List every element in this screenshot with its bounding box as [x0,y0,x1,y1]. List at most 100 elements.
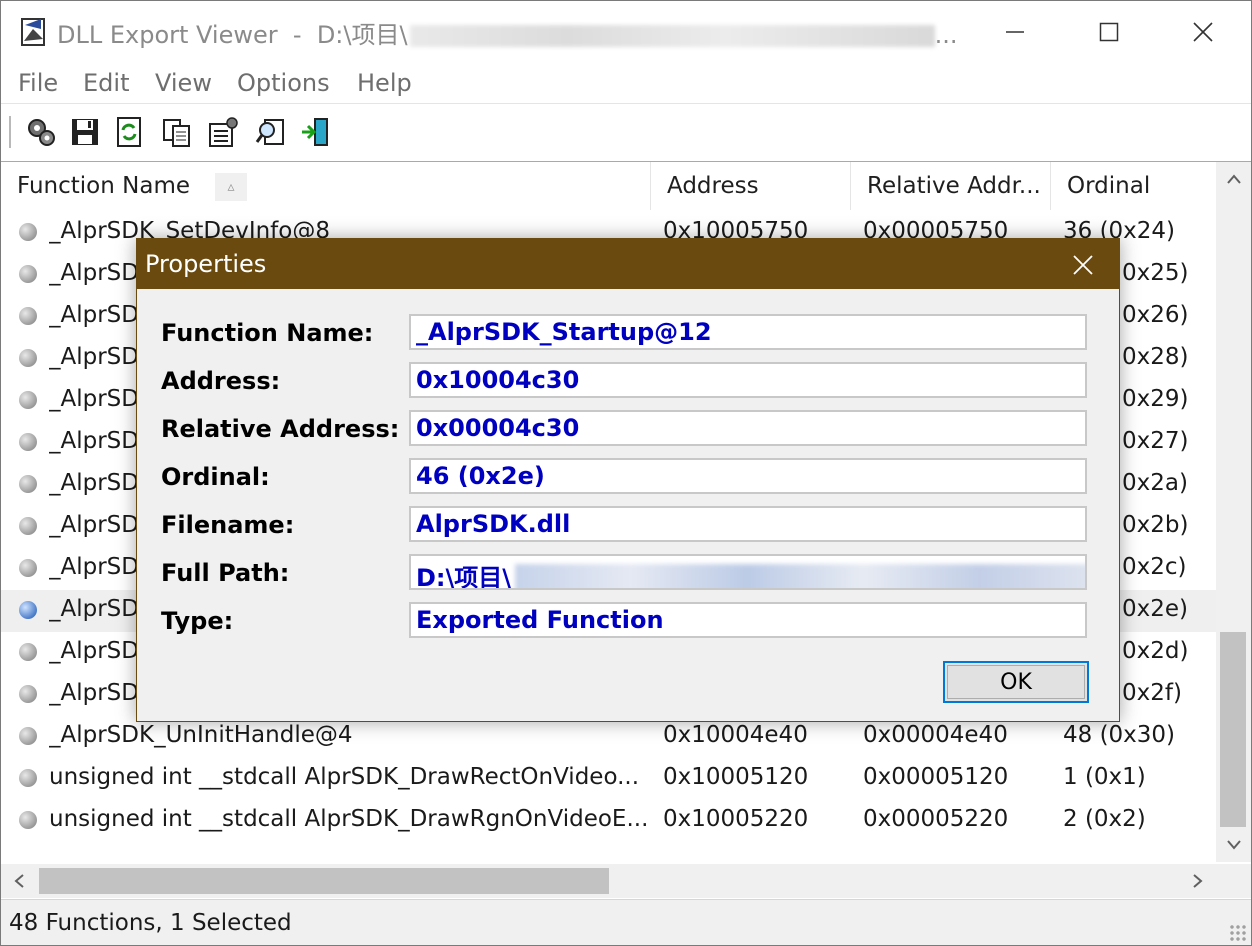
status-text: 48 Functions, 1 Selected [9,910,292,936]
field-function-name[interactable]: _AlprSDK_Startup@12 [409,314,1087,350]
menu-help[interactable]: Help [357,69,412,97]
window-title-blurred-path [409,25,935,47]
toolbar-refresh-button[interactable] [111,114,147,150]
function-icon [19,223,37,241]
menu-view[interactable]: View [155,69,212,97]
scroll-left-button[interactable] [1,864,37,898]
column-header-address[interactable]: Address [651,162,851,210]
html-report-icon [209,117,238,147]
scroll-up-button[interactable] [1216,162,1251,196]
ok-button[interactable]: OK [943,661,1089,703]
maximize-button[interactable] [1063,1,1155,63]
dialog-close-button[interactable] [1067,249,1099,281]
horizontal-scroll-thumb[interactable] [39,868,609,894]
table-row[interactable]: unsigned int __stdcall AlprSDK_DrawRgnOn… [1,800,1216,842]
selected-function-icon [19,601,37,619]
cell-function-name: unsigned int __stdcall AlprSDK_DrawRgnOn… [49,806,649,832]
horizontal-scrollbar[interactable] [1,864,1216,898]
properties-dialog: Properties Function Name: _AlprSDK_Start… [136,238,1120,722]
close-icon [1193,22,1213,42]
field-value: 0x10004c30 [416,366,580,394]
close-button[interactable] [1157,1,1249,63]
vertical-scroll-thumb[interactable] [1220,632,1246,827]
cell-ordinal: 1 (0x1) [1063,764,1146,790]
toolbar-grip[interactable] [9,116,11,148]
minimize-button[interactable] [969,1,1061,63]
chevron-down-icon [1226,840,1241,850]
list-header: Function Name ▵ Address Relative Addr...… [1,162,1216,210]
field-value: AlprSDK.dll [416,510,571,538]
cell-address: 0x10005120 [663,764,809,790]
column-header-label: Address [667,173,759,199]
label-ordinal: Ordinal: [161,463,270,491]
cell-function-name: _AlprSDK_UnInitHandle@4 [49,722,353,748]
cell-relative-address: 0x00004e40 [863,722,1008,748]
toolbar-find-button[interactable] [253,114,289,150]
field-relative-address[interactable]: 0x00004c30 [409,410,1087,446]
toolbar-html-report-button[interactable] [205,114,241,150]
function-icon [19,265,37,283]
title-bar[interactable]: DLL Export Viewer - D:\项目\... [1,1,1251,63]
field-value: D:\项目\ [416,558,1085,590]
function-icon [19,811,37,829]
save-icon [72,119,98,145]
menu-edit[interactable]: Edit [83,69,129,97]
label-type: Type: [161,607,234,635]
cell-relative-address: 0x00005120 [863,764,1009,790]
column-header-function-name[interactable]: Function Name [1,162,651,210]
table-row[interactable]: _AlprSDK_UnInitHandle@4 0x10004e40 0x00004… [1,716,1216,758]
dialog-title-bar[interactable]: Properties [137,239,1119,289]
field-filename[interactable]: AlprSDK.dll [409,506,1087,542]
full-path-prefix: D:\项目\ [416,564,512,590]
field-type[interactable]: Exported Function [409,602,1087,638]
cell-ordinal: 48 (0x30) [1063,722,1176,748]
field-value: Exported Function [416,606,664,634]
function-icon [19,391,37,409]
window-title-path: D:\项目\ [316,21,408,49]
function-icon [19,433,37,451]
column-header-label: Ordinal [1067,173,1151,199]
chevron-left-icon [14,874,24,888]
toolbar-copy-button[interactable] [159,114,195,150]
app-icon [21,18,45,46]
cell-address: 0x10005220 [663,806,809,832]
field-ordinal[interactable]: 46 (0x2e) [409,458,1087,494]
find-icon [255,119,284,145]
toolbar-save-button[interactable] [67,114,103,150]
menu-options[interactable]: Options [237,69,330,97]
chevron-right-icon [1193,874,1203,888]
column-header-relative-address[interactable]: Relative Addr... [851,162,1051,210]
dialog-title: Properties [145,250,267,278]
minimize-icon [1006,31,1024,33]
exit-icon [302,118,328,146]
function-icon [19,559,37,577]
properties-gear-icon [28,119,55,146]
toolbar-properties-button[interactable] [23,114,59,150]
table-row[interactable]: unsigned int __stdcall AlprSDK_DrawRectO… [1,758,1216,800]
scroll-down-button[interactable] [1216,828,1251,862]
cell-relative-address: 0x00005220 [863,806,1009,832]
vertical-scrollbar[interactable] [1216,162,1251,862]
function-icon [19,307,37,325]
field-value: 0x00004c30 [416,414,580,442]
menu-file[interactable]: File [18,69,58,97]
sort-ascending-icon: ▵ [215,173,247,201]
field-address[interactable]: 0x10004c30 [409,362,1087,398]
scrollbar-corner [1216,864,1251,898]
function-icon [19,643,37,661]
label-full-path: Full Path: [161,559,290,587]
maximize-icon [1099,22,1119,42]
window-title: DLL Export Viewer - D:\项目\... [57,15,957,50]
close-icon [1073,255,1093,275]
scroll-right-button[interactable] [1180,864,1216,898]
field-full-path[interactable]: D:\项目\ [409,554,1087,590]
resize-grip-icon[interactable] [1229,924,1247,942]
column-header-ordinal[interactable]: Ordinal [1051,162,1216,210]
toolbar-exit-button[interactable] [297,114,333,150]
copy-icon [163,119,190,147]
refresh-icon [117,117,141,147]
field-value: _AlprSDK_Startup@12 [416,318,712,346]
function-icon [19,349,37,367]
field-value: 46 (0x2e) [416,462,545,490]
column-header-label: Function Name [17,173,190,199]
